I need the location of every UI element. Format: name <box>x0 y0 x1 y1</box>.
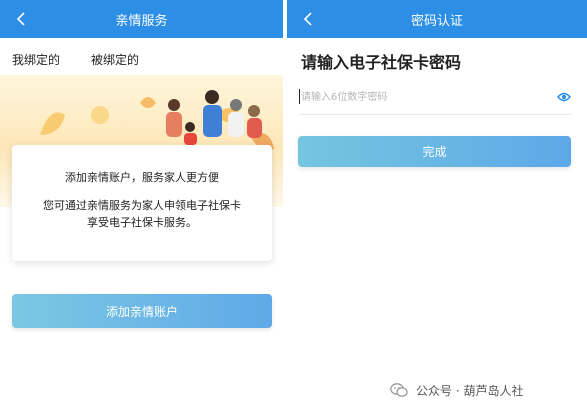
back-button[interactable] <box>10 0 32 38</box>
header-bar: 密码认证 <box>287 0 587 38</box>
input-divider <box>299 114 571 115</box>
card-description-line1: 您可通过亲情服务为家人申领电子社保卡 <box>43 199 241 212</box>
back-button[interactable] <box>297 0 319 38</box>
password-auth-screen: 密码认证 请输入电子社保卡密码 完成 <box>287 0 587 414</box>
eye-icon[interactable] <box>557 91 571 103</box>
page-title: 亲情服务 <box>115 13 168 29</box>
chevron-left-icon <box>16 12 25 26</box>
chevron-left-icon <box>303 12 312 26</box>
header-bar: 亲情服务 <box>0 0 283 38</box>
wechat-watermark: 公众号 · 葫芦岛人社 <box>390 380 523 400</box>
tab-bar: 我绑定的 被绑定的 <box>0 38 283 78</box>
password-heading: 请输入电子社保卡密码 <box>301 53 462 72</box>
add-family-account-button[interactable]: 添加亲情账户 <box>12 294 272 328</box>
wechat-icon <box>390 383 408 397</box>
password-input[interactable] <box>301 86 551 108</box>
family-service-screen: 亲情服务 我绑定的 被绑定的 添加亲情账户，服务家人更方便 您可通过亲情服务为家… <box>0 0 283 414</box>
tab-my-bindings[interactable]: 我绑定的 <box>12 51 60 68</box>
password-field[interactable] <box>299 86 571 108</box>
done-button[interactable]: 完成 <box>298 136 571 167</box>
card-description-line2: 享受电子社保卡服务。 <box>87 216 197 229</box>
card-headline: 添加亲情账户，服务家人更方便 <box>65 171 219 184</box>
info-card: 添加亲情账户，服务家人更方便 您可通过亲情服务为家人申领电子社保卡 享受电子社保… <box>12 145 272 261</box>
text-caret <box>299 89 300 104</box>
tab-bound-by-others[interactable]: 被绑定的 <box>91 51 139 68</box>
watermark-text: 公众号 · 葫芦岛人社 <box>416 383 524 398</box>
page-title: 密码认证 <box>410 13 463 29</box>
